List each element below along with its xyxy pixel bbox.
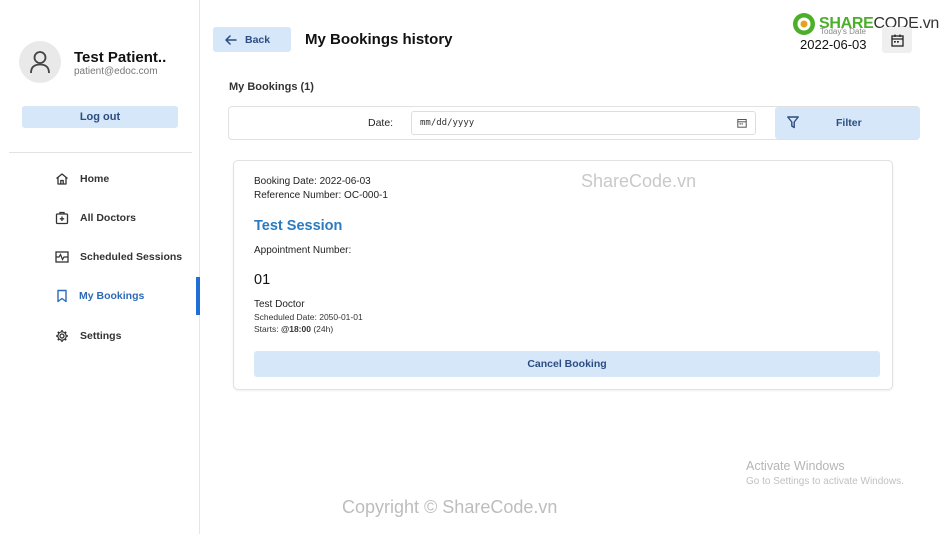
sidebar-item-home[interactable]: Home [0, 160, 200, 198]
home-icon [54, 171, 70, 187]
date-picker-icon[interactable] [737, 118, 747, 131]
sidebar-item-all-doctors[interactable]: All Doctors [0, 199, 200, 237]
avatar [19, 41, 61, 83]
cancel-booking-button[interactable]: Cancel Booking [254, 351, 880, 377]
profile-name: Test Patient.. [74, 49, 167, 66]
sidebar-item-scheduled-sessions[interactable]: Scheduled Sessions [0, 238, 200, 276]
app-root: Test Patient.. patient@edoc.com Log out … [0, 0, 950, 534]
sidebar-item-label: All Doctors [80, 212, 137, 224]
gear-icon [54, 328, 70, 344]
windows-activation-title: Activate Windows [746, 459, 845, 473]
calendar-button[interactable] [882, 27, 912, 53]
sidebar-item-label: Settings [80, 330, 122, 342]
doctor-icon [54, 210, 70, 226]
date-placeholder: mm/dd/yyyy [420, 118, 475, 128]
logo-icon [793, 13, 815, 35]
profile-email: patient@edoc.com [74, 66, 158, 77]
appointment-number-label: Appointment Number: [254, 245, 352, 256]
date-filter-label: Date: [368, 117, 394, 129]
date-filter-input[interactable]: mm/dd/yyyy [411, 111, 756, 135]
sidebar-item-label: My Bookings [79, 290, 145, 302]
start-time: Starts: @18:00 (24h) [254, 324, 333, 334]
filter-button[interactable]: Filter [775, 107, 920, 139]
calendar-icon [890, 34, 904, 47]
appointment-number: 01 [254, 272, 271, 288]
sidebar-item-my-bookings[interactable]: My Bookings [0, 277, 200, 315]
sidebar-item-settings[interactable]: Settings [0, 317, 200, 355]
booking-date: Booking Date: 2022-06-03 [254, 176, 371, 187]
start-time-prefix: Starts: [254, 324, 281, 334]
doctor-name: Test Doctor [254, 299, 305, 310]
back-button-label: Back [245, 33, 271, 46]
page-title: My Bookings history [305, 31, 453, 48]
schedule-icon [54, 249, 70, 265]
sidebar-divider [9, 152, 192, 153]
watermark-copyright: Copyright © ShareCode.vn [342, 497, 558, 517]
user-icon [30, 51, 50, 74]
filter-button-label: Filter [836, 117, 862, 129]
sidebar-item-label: Home [80, 173, 110, 185]
bookmark-icon [54, 288, 70, 304]
session-title: Test Session [254, 218, 343, 234]
sidebar-item-label: Scheduled Sessions [80, 251, 183, 263]
bookings-count: My Bookings (1) [229, 81, 314, 93]
windows-activation-subtitle: Go to Settings to activate Windows. [746, 476, 904, 487]
today-label: Today's Date [820, 27, 866, 36]
logout-button[interactable]: Log out [22, 106, 178, 128]
start-time-suffix: (24h) [310, 324, 334, 334]
watermark-center: ShareCode.vn [581, 171, 697, 191]
arrow-left-icon [225, 34, 237, 45]
start-time-value: @18:00 [280, 324, 311, 334]
reference-number: Reference Number: OC-000-1 [254, 190, 388, 201]
today-date: 2022-06-03 [800, 37, 867, 52]
filter-icon [787, 116, 799, 134]
back-button[interactable]: Back [213, 27, 291, 52]
scheduled-date: Scheduled Date: 2050-01-01 [254, 312, 363, 322]
sidebar: Test Patient.. patient@edoc.com Log out … [0, 0, 200, 534]
